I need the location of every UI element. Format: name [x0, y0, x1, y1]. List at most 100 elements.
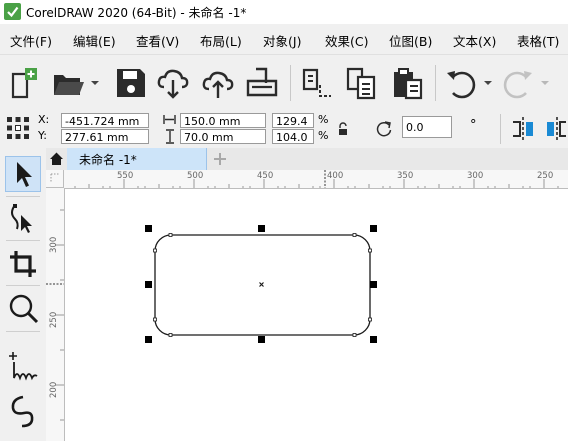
import-button[interactable] — [155, 65, 191, 101]
h-ruler-label: 400 — [327, 171, 344, 181]
publish-icon — [246, 67, 278, 97]
ruler-origin[interactable] — [46, 170, 64, 188]
zoom-tool[interactable] — [5, 291, 41, 327]
pick-tool[interactable] — [5, 156, 41, 192]
menu-layout[interactable]: 布局(L) — [200, 31, 242, 50]
mirror-horizontal-icon[interactable] — [510, 116, 536, 142]
copy-icon — [346, 67, 376, 100]
undo-dropdown-icon[interactable] — [484, 79, 492, 87]
publish-button[interactable] — [244, 65, 280, 101]
tab-document-label: 未命名 -1* — [79, 153, 137, 167]
undo-button[interactable] — [443, 65, 479, 101]
toolbox-separator — [6, 240, 40, 241]
menu-table[interactable]: 表格(T) — [517, 31, 559, 50]
open-button[interactable] — [50, 65, 86, 101]
redo-button[interactable] — [500, 65, 536, 101]
freehand-icon — [9, 352, 38, 381]
height-field[interactable]: 70.0 mm — [180, 129, 266, 144]
undo-icon — [447, 71, 476, 99]
magnifier-icon — [9, 294, 39, 324]
lock-ratio-icon[interactable] — [338, 122, 348, 136]
crop-icon — [10, 251, 36, 277]
h-ruler-label: 500 — [187, 171, 204, 181]
toolbox — [0, 148, 47, 441]
mirror-vertical-icon[interactable] — [546, 116, 568, 142]
artistic-media-icon — [11, 395, 34, 428]
height-icon — [166, 129, 174, 144]
vertical-ruler[interactable]: 300 250 200 — [46, 188, 65, 441]
scale-x-field[interactable]: 129.4 — [272, 113, 314, 128]
y-position-field[interactable]: 277.61 mm — [61, 129, 149, 144]
paste-icon — [394, 68, 423, 100]
toolbox-separator — [6, 285, 40, 286]
reference-point-icon[interactable] — [6, 116, 30, 140]
rotate-icon — [376, 121, 392, 137]
menu-bar: 文件(F) 编辑(E) 查看(V) 布局(L) 对象(J) 效果(C) 位图(B… — [0, 24, 568, 54]
v-ruler-label: 200 — [49, 381, 59, 398]
document-tab-bar: 未命名 -1* — [46, 148, 568, 171]
menu-bitmaps[interactable]: 位图(B) — [389, 31, 432, 50]
center-marker — [259, 282, 264, 287]
x-position-field[interactable]: -451.724 mm — [61, 113, 149, 128]
width-field[interactable]: 150.0 mm — [180, 113, 266, 128]
h-ruler-label: 550 — [117, 171, 134, 181]
window-title: CorelDRAW 2020 (64-Bit) - 未命名 -1* — [26, 6, 247, 20]
h-ruler-label: 450 — [257, 171, 274, 181]
tab-document[interactable]: 未命名 -1* — [67, 148, 207, 170]
redo-dropdown-icon[interactable] — [541, 79, 549, 87]
v-ruler-label: 300 — [49, 236, 59, 253]
save-button[interactable] — [113, 65, 149, 101]
menu-file[interactable]: 文件(F) — [10, 31, 52, 50]
rotation-degree-sign: ° — [470, 118, 477, 133]
rotation-field[interactable]: 0.0 — [402, 116, 452, 138]
toolbar-separator — [290, 65, 291, 101]
import-icon — [157, 69, 189, 99]
copy-style-button[interactable] — [298, 65, 334, 101]
redo-icon — [503, 71, 532, 99]
menu-text[interactable]: 文本(X) — [453, 31, 496, 50]
shape-edit-icon — [11, 204, 32, 233]
menu-view[interactable]: 查看(V) — [136, 31, 179, 50]
freehand-tool[interactable] — [5, 348, 41, 384]
add-tab-icon[interactable] — [213, 152, 227, 166]
v-ruler-label: 250 — [49, 311, 59, 328]
menu-edit[interactable]: 编辑(E) — [73, 31, 116, 50]
artistic-media-tool[interactable] — [5, 393, 41, 429]
canvas-drawing — [145, 225, 377, 343]
save-icon — [117, 69, 145, 97]
export-button[interactable] — [200, 65, 236, 101]
h-ruler-label: 350 — [397, 171, 414, 181]
open-icon — [54, 75, 84, 95]
paste-button[interactable] — [389, 65, 425, 101]
menu-effects[interactable]: 效果(C) — [325, 31, 368, 50]
toolbox-separator — [6, 331, 40, 332]
new-document-button[interactable] — [6, 65, 42, 101]
propbar-separator — [500, 114, 501, 144]
y-label: Y: — [38, 129, 47, 142]
standard-toolbar — [0, 54, 568, 112]
toolbox-separator — [6, 196, 40, 197]
scale-y-percent: % — [318, 129, 329, 142]
toolbar-separator — [435, 65, 436, 101]
x-label: X: — [38, 113, 50, 126]
h-ruler-label: 250 — [537, 171, 554, 181]
scale-x-percent: % — [318, 113, 329, 126]
export-icon — [202, 71, 234, 98]
copy-style-icon — [302, 68, 331, 97]
open-dropdown-icon[interactable] — [91, 79, 99, 87]
horizontal-ruler[interactable]: 550 500 450 400 350 300 250 — [64, 170, 568, 189]
new-document-icon — [11, 68, 37, 99]
h-ruler-label: 300 — [467, 171, 484, 181]
home-icon[interactable] — [49, 151, 64, 166]
copy-button[interactable] — [343, 65, 379, 101]
ruler-origin-icon — [50, 173, 59, 183]
coreldraw-logo-icon — [4, 3, 21, 20]
menu-object[interactable]: 对象(J) — [263, 31, 301, 50]
crop-tool[interactable] — [5, 246, 41, 282]
shape-tool[interactable] — [5, 201, 41, 237]
horizontal-ruler-ticks — [74, 170, 559, 188]
title-bar: CorelDRAW 2020 (64-Bit) - 未命名 -1* — [0, 0, 568, 24]
scale-y-field[interactable]: 104.0 — [272, 129, 314, 144]
width-icon — [163, 115, 176, 124]
drawing-canvas[interactable] — [65, 189, 568, 441]
